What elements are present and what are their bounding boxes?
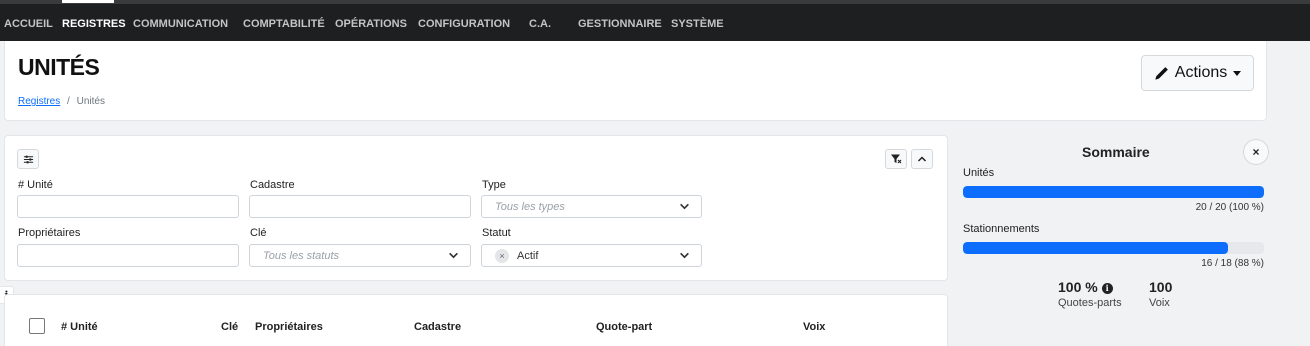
collapse-filters-button[interactable] bbox=[911, 149, 933, 169]
nav-item-accueil[interactable]: ACCUEIL bbox=[4, 18, 53, 30]
units-progress-fill bbox=[963, 186, 1264, 198]
column-header-owners[interactable]: Propriétaires bbox=[255, 321, 323, 333]
header-card bbox=[4, 41, 1267, 121]
key-select[interactable]: Tous les statuts bbox=[249, 244, 471, 267]
nav-item-gestionnaire[interactable]: GESTIONNAIRE bbox=[578, 18, 662, 30]
quotes-value: 100 % i bbox=[1058, 279, 1113, 295]
parking-progress-stat: 16 / 18 (88 %) bbox=[1201, 258, 1264, 269]
owners-label: Propriétaires bbox=[18, 227, 81, 239]
nav-item-systeme[interactable]: SYSTÈME bbox=[671, 18, 724, 30]
filter-settings-button[interactable] bbox=[17, 149, 39, 169]
cadastre-input[interactable] bbox=[249, 195, 471, 218]
column-header-quote-part[interactable]: Quote-part bbox=[596, 321, 652, 333]
column-header-unit[interactable]: # Unité bbox=[61, 321, 98, 333]
clear-filters-button[interactable] bbox=[885, 149, 907, 169]
info-icon[interactable]: i bbox=[1101, 282, 1113, 294]
column-header-votes[interactable]: Voix bbox=[803, 321, 825, 333]
nav-item-registres[interactable]: REGISTRES bbox=[62, 18, 126, 30]
nav-item-operations[interactable]: OPÉRATIONS bbox=[335, 18, 407, 30]
status-select[interactable]: × Actif bbox=[481, 244, 702, 267]
breadcrumb: Registres / Unités bbox=[18, 96, 105, 107]
unit-number-input[interactable] bbox=[17, 195, 239, 218]
breadcrumb-link-registres[interactable]: Registres bbox=[18, 96, 60, 107]
pencil-icon bbox=[1155, 66, 1168, 80]
nav-item-communication[interactable]: COMMUNICATION bbox=[133, 18, 228, 30]
status-value: Actif bbox=[517, 250, 539, 262]
nav-item-configuration[interactable]: CONFIGURATION bbox=[418, 18, 510, 30]
caret-down-icon bbox=[1233, 70, 1242, 76]
chevron-down-icon bbox=[449, 252, 458, 259]
parking-progress-fill bbox=[963, 242, 1228, 254]
summary-title: Sommaire bbox=[1082, 144, 1150, 160]
page-title: UNITÉS bbox=[18, 54, 100, 80]
units-summary-label: Unités bbox=[963, 167, 995, 179]
quotes-label: Quotes-parts bbox=[1058, 297, 1122, 309]
sliders-icon bbox=[23, 155, 33, 163]
unit-number-label: # Unité bbox=[18, 179, 53, 191]
units-progress-stat: 20 / 20 (100 %) bbox=[1195, 202, 1264, 213]
top-navbar: ACCUEIL REGISTRES COMMUNICATION COMPTABI… bbox=[0, 0, 1310, 41]
filter-clear-icon bbox=[891, 154, 902, 164]
units-progress-bar bbox=[963, 186, 1264, 198]
chevron-down-icon bbox=[680, 203, 689, 210]
breadcrumb-separator: / bbox=[67, 96, 70, 107]
votes-label: Voix bbox=[1149, 297, 1170, 309]
table-card bbox=[4, 294, 948, 346]
active-tab-indicator bbox=[62, 0, 114, 3]
actions-button[interactable]: Actions bbox=[1141, 55, 1254, 91]
type-label: Type bbox=[482, 179, 506, 191]
key-placeholder: Tous les statuts bbox=[263, 250, 340, 262]
chevron-down-icon bbox=[680, 252, 689, 259]
type-placeholder: Tous les types bbox=[495, 201, 565, 213]
key-label: Clé bbox=[250, 227, 267, 239]
votes-value: 100 bbox=[1149, 279, 1173, 295]
select-all-checkbox[interactable] bbox=[29, 318, 45, 334]
actions-label: Actions bbox=[1174, 64, 1228, 81]
quotes-value-text: 100 % bbox=[1058, 279, 1098, 295]
owners-input[interactable] bbox=[17, 244, 239, 267]
column-header-key[interactable]: Clé bbox=[221, 321, 238, 333]
close-summary-button[interactable]: × bbox=[1243, 139, 1269, 165]
status-label: Statut bbox=[482, 227, 511, 239]
nav-item-comptabilite[interactable]: COMPTABILITÉ bbox=[243, 18, 325, 30]
parking-summary-label: Stationnements bbox=[963, 223, 1040, 235]
parking-progress-bar bbox=[963, 242, 1264, 254]
breadcrumb-current: Unités bbox=[76, 96, 105, 107]
type-select[interactable]: Tous les types bbox=[481, 195, 702, 218]
column-header-cadastre[interactable]: Cadastre bbox=[414, 321, 461, 333]
clear-status-icon[interactable]: × bbox=[495, 249, 509, 263]
nav-item-ca[interactable]: C.A. bbox=[529, 18, 551, 30]
cadastre-label: Cadastre bbox=[250, 179, 295, 191]
close-icon: × bbox=[1252, 145, 1260, 159]
chevron-up-icon bbox=[917, 156, 927, 162]
